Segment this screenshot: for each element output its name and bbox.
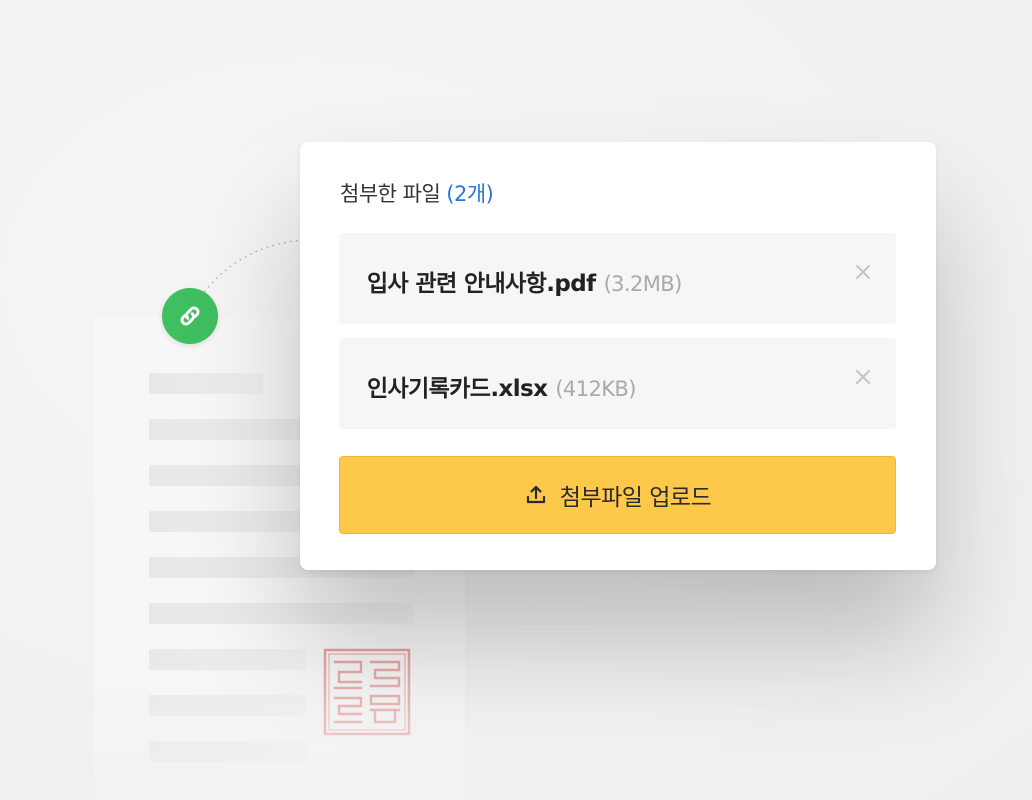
document-line (149, 649, 307, 670)
file-info: 입사 관련 안내사항.pdf (3.2MB) (367, 264, 682, 298)
stamp-seal (323, 648, 411, 736)
document-line (149, 695, 307, 716)
file-info: 인사기록카드.xlsx (412KB) (367, 369, 636, 403)
document-line (149, 373, 263, 394)
upload-icon (526, 485, 545, 504)
link-badge (162, 288, 218, 344)
file-item: 인사기록카드.xlsx (412KB) (339, 338, 896, 429)
file-name: 인사기록카드.xlsx (367, 376, 548, 402)
upload-button-label: 첨부파일 업로드 (559, 485, 712, 511)
upload-button[interactable]: 첨부파일 업로드 (339, 456, 896, 534)
panel-title-text: 첨부한 파일 (340, 182, 441, 206)
link-icon (180, 306, 200, 326)
file-size: (412KB) (555, 377, 636, 401)
attachment-panel: 첨부한 파일 (2개) 입사 관련 안내사항.pdf (3.2MB) 인사기록카드.… (300, 142, 936, 570)
document-line (149, 741, 307, 762)
document-line (149, 603, 413, 624)
file-size: (3.2MB) (603, 272, 683, 296)
file-name: 입사 관련 안내사항.pdf (367, 271, 596, 297)
panel-title: 첨부한 파일 (2개) (340, 178, 494, 208)
close-icon[interactable] (852, 261, 874, 283)
file-count: (2개) (446, 182, 494, 206)
close-icon[interactable] (852, 366, 874, 388)
file-item: 입사 관련 안내사항.pdf (3.2MB) (339, 233, 896, 324)
connector-line (196, 239, 304, 303)
